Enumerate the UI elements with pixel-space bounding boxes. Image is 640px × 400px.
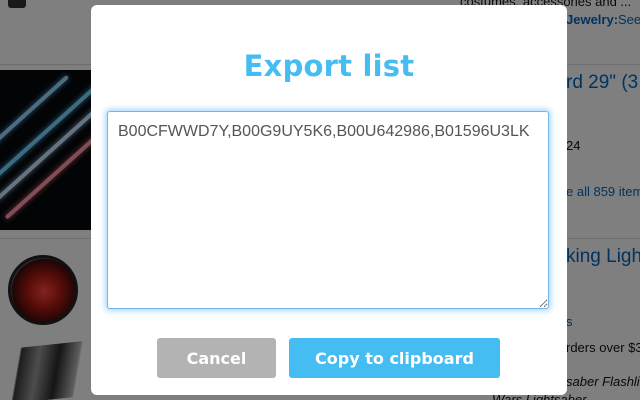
dialog-title: Export list [243,49,415,83]
copy-to-clipboard-button[interactable]: Copy to clipboard [289,338,500,378]
export-list-dialog: Export list B00CFWWD7Y,B00G9UY5K6,B00U64… [91,5,567,395]
cancel-button[interactable]: Cancel [157,338,276,378]
export-list-textarea[interactable]: B00CFWWD7Y,B00G9UY5K6,B00U642986,B01596U… [107,111,549,309]
